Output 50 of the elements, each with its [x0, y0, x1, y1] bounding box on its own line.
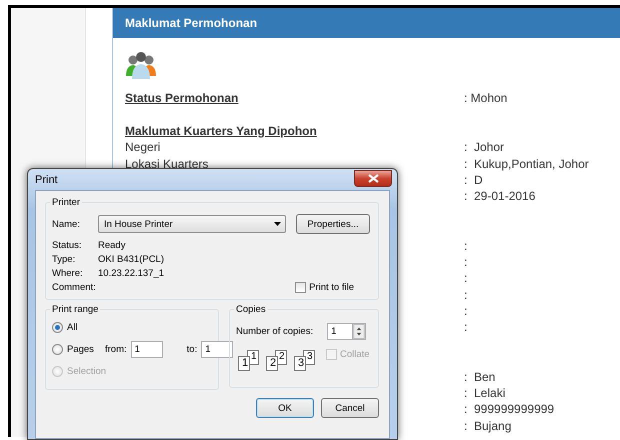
- dialog-title: Print: [35, 174, 58, 186]
- field-label: from:: [105, 344, 127, 354]
- properties-button[interactable]: Properties...: [296, 214, 370, 234]
- page-icon: 2: [266, 356, 278, 371]
- field-label: Status:: [52, 240, 83, 251]
- field-value: :: [464, 319, 468, 336]
- ok-button[interactable]: OK: [256, 398, 314, 418]
- field-value: OKI B431(PCL): [98, 254, 165, 265]
- status-heading: Status Permohonan: [125, 90, 240, 106]
- field-value: : Bujang: [464, 418, 512, 434]
- field-value: : 999999999999: [464, 401, 556, 418]
- radio-label: All: [67, 322, 79, 332]
- page-to-field[interactable]: 1: [201, 340, 234, 358]
- field-value: :: [464, 238, 468, 254]
- radio-label: Pages: [67, 344, 95, 354]
- field-label: Where:: [52, 268, 84, 279]
- field-label: Type:: [52, 254, 76, 265]
- panel-header: Maklumat Permohonan: [113, 8, 620, 38]
- section-heading: Maklumat Kuarters Yang Dipohon: [125, 122, 318, 140]
- copies-field[interactable]: 1: [327, 323, 354, 340]
- printer-dropdown[interactable]: In House Printer: [98, 215, 286, 233]
- field-label: Number of copies:: [236, 326, 314, 337]
- field-value: :: [464, 303, 468, 320]
- field-label: Lokasi Kuarters: [125, 156, 210, 172]
- field-value: : 29-01-2016: [464, 188, 536, 205]
- checkbox-label: Collate: [340, 349, 370, 360]
- cancel-button[interactable]: Cancel: [321, 398, 379, 418]
- page-icon: 3: [294, 356, 306, 371]
- field-label: to:: [186, 344, 198, 354]
- field-value: : Kukup,Pontian, Johor: [464, 156, 590, 172]
- field-value: :: [464, 254, 468, 270]
- field-value: : D: [464, 172, 484, 188]
- field-value: Ready: [98, 240, 126, 251]
- group-label: Printer: [51, 197, 81, 208]
- field-label: Negeri: [125, 139, 162, 156]
- field-value: : Lelaki: [464, 385, 506, 402]
- field-label: Name:: [52, 218, 81, 230]
- field-value: : Johor: [464, 139, 506, 156]
- page-from-field[interactable]: 1: [130, 340, 163, 358]
- group-label: Copies: [235, 304, 267, 315]
- checkbox-label: Print to file: [309, 282, 354, 293]
- field-value: 10.23.22.137_1: [98, 268, 166, 279]
- field-value: :: [464, 286, 468, 304]
- group-label: Print range: [51, 304, 100, 315]
- field-value: :: [464, 270, 468, 287]
- field-value: : Ben: [464, 368, 496, 386]
- radio-label: Selection: [67, 366, 106, 376]
- status-value: : Mohon: [464, 90, 508, 106]
- field-label: Comment:: [52, 282, 97, 293]
- page-icon: 1: [238, 356, 250, 371]
